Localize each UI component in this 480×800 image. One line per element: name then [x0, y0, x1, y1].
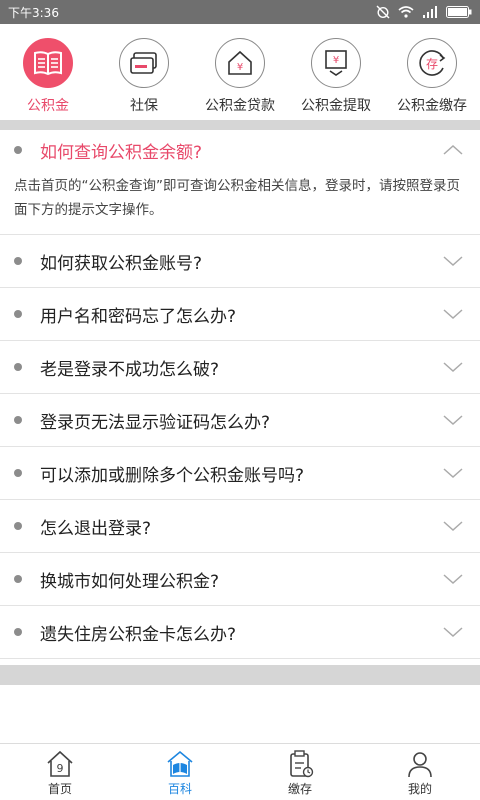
- chevron-down-icon[interactable]: [442, 624, 464, 640]
- faq-item[interactable]: 老是登录不成功怎么破?: [0, 341, 480, 394]
- app-screen: 下午3:36 公积金 社保 ¥ 公积金贷款 ¥ 公积金提取 存 公积金缴存 如何…: [0, 0, 480, 800]
- faq-question[interactable]: 怎么退出登录?: [0, 500, 480, 552]
- tab-mine[interactable]: 我的: [360, 744, 480, 800]
- faq-list: 如何查询公积金余额? 点击首页的“公积金查询”即可查询公积金相关信息，登录时，请…: [0, 130, 480, 659]
- faq-question[interactable]: 用户名和密码忘了怎么办?: [0, 288, 480, 340]
- faq-item[interactable]: 换城市如何处理公积金?: [0, 553, 480, 606]
- faq-question[interactable]: 如何查询公积金余额?: [0, 130, 480, 170]
- faq-question-text: 换城市如何处理公积金?: [40, 571, 220, 592]
- category-label: 公积金贷款: [205, 98, 275, 114]
- tab-deposit[interactable]: 缴存: [240, 744, 360, 800]
- status-time: 下午3:36: [8, 5, 59, 20]
- chevron-down-icon[interactable]: [442, 465, 464, 481]
- tab-label: 首页: [47, 782, 72, 796]
- chevron-down-icon[interactable]: [442, 359, 464, 375]
- signal-icon: [423, 6, 437, 18]
- svg-text:9: 9: [57, 762, 64, 775]
- faq-question[interactable]: 如何获取公积金账号?: [0, 235, 480, 287]
- card-icon: [119, 38, 169, 88]
- category-label: 社保: [130, 98, 158, 114]
- chevron-down-icon[interactable]: [442, 518, 464, 534]
- faq-answer: 点击首页的“公积金查询”即可查询公积金相关信息，登录时，请按照登录页面下方的提示…: [14, 178, 460, 218]
- faq-question[interactable]: 遗失住房公积金卡怎么办?: [0, 606, 480, 658]
- faq-question-text: 遗失住房公积金卡怎么办?: [40, 624, 237, 645]
- bullet-dot: [14, 257, 22, 265]
- divider-band-bottom: [0, 665, 480, 685]
- faq-question[interactable]: 可以添加或删除多个公积金账号吗?: [0, 447, 480, 499]
- tab-home[interactable]: 9 首页: [0, 744, 120, 800]
- category-nav: 公积金 社保 ¥ 公积金贷款 ¥ 公积金提取 存 公积金缴存: [0, 24, 480, 120]
- category-label: 公积金: [27, 98, 69, 114]
- bullet-dot: [14, 469, 22, 477]
- house-yen-icon: ¥: [215, 38, 265, 88]
- chevron-down-icon[interactable]: [442, 306, 464, 322]
- faq-question-text: 如何查询公积金余额?: [40, 142, 203, 163]
- category-shebao[interactable]: 社保: [96, 24, 192, 120]
- bullet-dot: [14, 628, 22, 636]
- category-label: 公积金提取: [301, 98, 371, 114]
- deposit-glyph: 存: [426, 57, 438, 71]
- faq-question-text: 登录页无法显示验证码怎么办?: [40, 412, 271, 433]
- status-bar: 下午3:36: [0, 0, 480, 24]
- category-gongjijin[interactable]: 公积金: [0, 24, 96, 120]
- bullet-dot: [14, 146, 22, 154]
- faq-item[interactable]: 怎么退出登录?: [0, 500, 480, 553]
- tab-encyclopedia[interactable]: 百科: [120, 744, 240, 800]
- tab-label: 百科: [167, 782, 192, 796]
- chevron-down-icon[interactable]: [442, 571, 464, 587]
- chevron-down-icon[interactable]: [442, 253, 464, 269]
- faq-question[interactable]: 登录页无法显示验证码怎么办?: [0, 394, 480, 446]
- chevron-up-icon[interactable]: [442, 142, 464, 158]
- bullet-dot: [14, 575, 22, 583]
- category-loan[interactable]: ¥ 公积金贷款: [192, 24, 288, 120]
- bullet-dot: [14, 522, 22, 530]
- bullet-dot: [14, 363, 22, 371]
- person-icon: [408, 752, 432, 778]
- deposit-icon: 存: [407, 38, 457, 88]
- clipboard-icon: [290, 750, 314, 778]
- faq-question-text: 如何获取公积金账号?: [40, 253, 203, 274]
- faq-item[interactable]: 如何获取公积金账号?: [0, 235, 480, 288]
- alarm-off-icon: [376, 5, 390, 19]
- category-deposit[interactable]: 存 公积金缴存: [384, 24, 480, 120]
- book-icon: [23, 38, 73, 88]
- faq-question[interactable]: 换城市如何处理公积金?: [0, 553, 480, 605]
- faq-question-text: 用户名和密码忘了怎么办?: [40, 306, 237, 327]
- tab-label: 我的: [407, 782, 432, 796]
- home-icon: 9: [47, 750, 73, 777]
- wifi-icon: [398, 6, 414, 18]
- bullet-dot: [14, 310, 22, 318]
- encyclopedia-icon: [167, 750, 193, 777]
- category-withdraw[interactable]: ¥ 公积金提取: [288, 24, 384, 120]
- faq-item[interactable]: 用户名和密码忘了怎么办?: [0, 288, 480, 341]
- divider-band-top: [0, 120, 480, 130]
- bottom-tab-bar: 9 首页 百科 缴存 我的: [0, 743, 480, 800]
- tab-label: 缴存: [287, 782, 312, 796]
- faq-item[interactable]: 登录页无法显示验证码怎么办?: [0, 394, 480, 447]
- faq-question-text: 老是登录不成功怎么破?: [40, 359, 220, 380]
- bullet-dot: [14, 416, 22, 424]
- status-icons: [376, 5, 472, 19]
- chevron-down-icon[interactable]: [442, 412, 464, 428]
- faq-question[interactable]: 老是登录不成功怎么破?: [0, 341, 480, 393]
- category-label: 公积金缴存: [397, 98, 467, 114]
- faq-question-text: 可以添加或删除多个公积金账号吗?: [40, 465, 305, 486]
- faq-item[interactable]: 遗失住房公积金卡怎么办?: [0, 606, 480, 659]
- withdraw-yen-icon: ¥: [311, 38, 361, 88]
- yen-glyph: ¥: [333, 55, 339, 66]
- faq-item[interactable]: 可以添加或删除多个公积金账号吗?: [0, 447, 480, 500]
- yen-glyph: ¥: [237, 62, 243, 73]
- faq-question-text: 怎么退出登录?: [40, 518, 152, 539]
- battery-icon: [446, 6, 472, 18]
- faq-item-open[interactable]: 如何查询公积金余额? 点击首页的“公积金查询”即可查询公积金相关信息，登录时，请…: [0, 130, 480, 235]
